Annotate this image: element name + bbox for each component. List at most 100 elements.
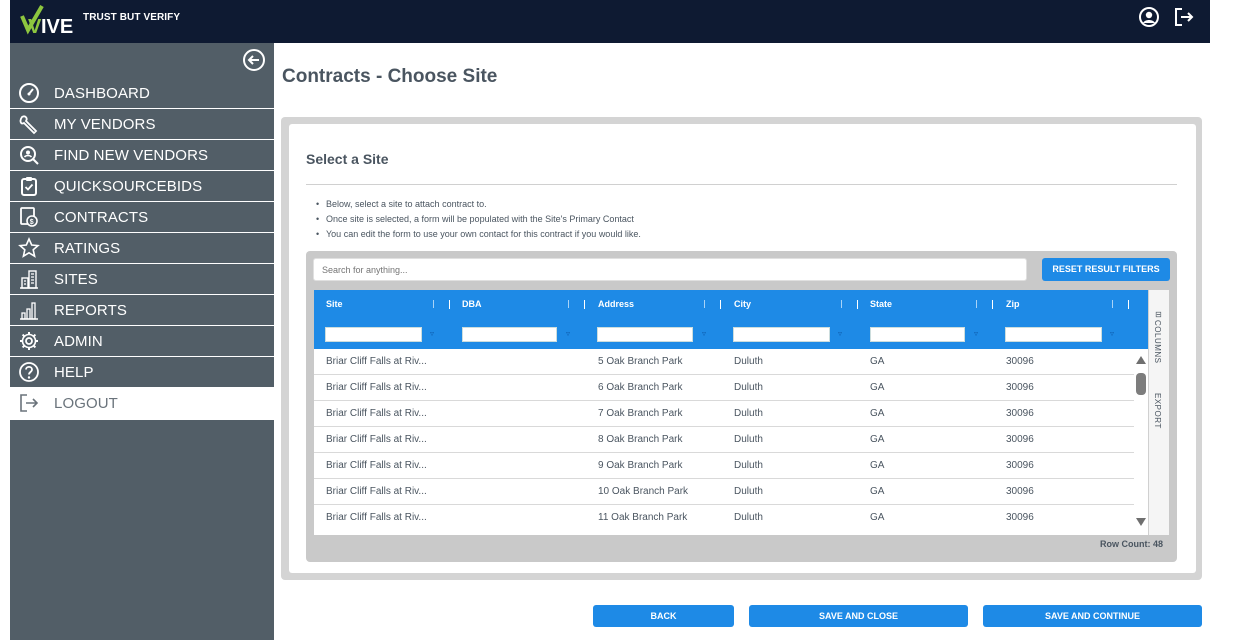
star-icon [18,237,40,258]
sites-grid: Site DBA Address City State Zip ▿ ▿ ▿ ▿ … [314,290,1169,535]
sidebar-item-label: MY VENDORS [54,116,156,133]
cell-address: 5 Oak Branch Park [598,356,683,367]
column-header-zip[interactable]: Zip [1006,299,1020,309]
cell-zip: 30096 [1006,382,1034,393]
column-resize-handle[interactable] [992,300,993,309]
table-row[interactable]: Briar Cliff Falls at Riv... 9 Oak Branch… [314,453,1134,479]
filter-icon[interactable]: ▿ [430,329,434,338]
sidebar-item-logout[interactable]: LOGOUT [10,388,274,420]
column-header-dba[interactable]: DBA [462,299,482,309]
address-filter-input[interactable] [597,327,693,342]
cell-state: GA [870,512,885,523]
grid-tool-panel: ⊟ COLUMNS EXPORT [1148,290,1169,535]
vertical-scrollbar[interactable] [1134,349,1148,535]
column-menu-icon[interactable] [704,300,705,308]
columns-tab[interactable]: COLUMNS [1153,320,1162,364]
scrollbar-thumb[interactable] [1136,373,1146,395]
sidebar-item-label: LOGOUT [54,395,118,412]
filter-icon[interactable]: ▿ [566,329,570,338]
sidebar-item-my-vendors[interactable]: MY VENDORS [10,109,274,140]
contract-dollar-icon: $ [20,207,38,227]
cell-city: Duluth [734,434,763,445]
sidebar-item-find-new-vendors[interactable]: FIND NEW VENDORS [10,140,274,171]
cell-state: GA [870,460,885,471]
column-menu-icon[interactable] [976,300,977,308]
instructions-list: Below, select a site to attach contract … [316,197,641,242]
column-header-address[interactable]: Address [598,299,634,309]
state-filter-input[interactable] [870,327,965,342]
divider [306,184,1177,185]
dba-filter-input[interactable] [462,327,557,342]
sidebar-item-ratings[interactable]: RATINGS [10,233,274,264]
account-icon[interactable] [1138,6,1160,28]
search-person-icon [20,146,39,165]
site-filter-input[interactable] [325,327,422,342]
search-input[interactable] [313,258,1027,281]
cell-zip: 30096 [1006,356,1034,367]
column-menu-icon[interactable] [841,300,842,308]
scroll-up-icon[interactable] [1135,355,1147,365]
table-row[interactable]: Briar Cliff Falls at Riv... 5 Oak Branch… [314,349,1134,375]
column-resize-handle[interactable] [857,300,858,309]
column-resize-handle[interactable] [584,300,585,309]
sidebar-item-reports[interactable]: REPORTS [10,295,274,326]
app: V IVE TRUST BUT VERIFY DASHBOARD MY VEND… [0,0,1249,640]
column-menu-icon[interactable] [1112,300,1113,308]
logout-icon[interactable] [1173,6,1195,28]
sidebar-item-label: QUICKSOURCEBIDS [54,178,203,195]
cell-address: 8 Oak Branch Park [598,434,683,445]
scroll-down-icon[interactable] [1135,517,1147,527]
zip-filter-input[interactable] [1005,327,1102,342]
sidebar-item-label: DASHBOARD [54,85,150,102]
column-resize-handle[interactable] [1128,300,1129,309]
sidebar-nav-list: DASHBOARD MY VENDORS FIND NEW VENDORS QU… [10,78,274,420]
column-header-city[interactable]: City [734,299,751,309]
column-header-site[interactable]: Site [326,299,343,309]
filter-icon[interactable]: ▿ [838,329,842,338]
columns-icon: ⊟ [1155,310,1162,319]
column-resize-handle[interactable] [720,300,721,309]
sidebar-item-dashboard[interactable]: DASHBOARD [10,78,274,109]
cell-city: Duluth [734,382,763,393]
table-row[interactable]: Briar Cliff Falls at Riv... 6 Oak Branch… [314,375,1134,401]
sidebar-item-contracts[interactable]: $ CONTRACTS [10,202,274,233]
instruction-item: You can edit the form to use your own co… [316,227,641,242]
filter-icon[interactable]: ▿ [974,329,978,338]
cell-state: GA [870,356,885,367]
back-button[interactable]: BACK [593,605,734,627]
column-resize-handle[interactable] [449,300,450,309]
column-menu-icon[interactable] [568,300,569,308]
filter-icon[interactable]: ▿ [1110,329,1114,338]
cell-state: GA [870,486,885,497]
sidebar-item-sites[interactable]: SITES [10,264,274,295]
sidebar-item-admin[interactable]: ADMIN [10,326,274,357]
table-row[interactable]: Briar Cliff Falls at Riv... 7 Oak Branch… [314,401,1134,427]
column-header-state[interactable]: State [870,299,892,309]
page-title: Contracts - Choose Site [282,66,498,87]
cell-zip: 30096 [1006,486,1034,497]
cell-site: Briar Cliff Falls at Riv... [326,512,427,523]
cell-state: GA [870,434,885,445]
sidebar-item-quicksourcebids[interactable]: QUICKSOURCEBIDS [10,171,274,202]
reset-filters-button[interactable]: RESET RESULT FILTERS [1042,258,1170,281]
collapse-sidebar-icon[interactable] [242,48,266,72]
export-tab[interactable]: EXPORT [1153,393,1162,429]
table-row[interactable]: Briar Cliff Falls at Riv... 8 Oak Branch… [314,427,1134,453]
sidebar-item-label: ADMIN [54,333,103,350]
sidebar-item-label: RATINGS [54,240,121,257]
filter-icon[interactable]: ▿ [702,329,706,338]
sidebar-item-help[interactable]: HELP [10,357,274,388]
city-filter-input[interactable] [733,327,830,342]
save-and-continue-button[interactable]: SAVE AND CONTINUE [983,605,1202,627]
cell-city: Duluth [734,486,763,497]
save-and-close-button[interactable]: SAVE AND CLOSE [749,605,968,627]
table-row[interactable]: Briar Cliff Falls at Riv... 11 Oak Branc… [314,505,1134,531]
bar-chart-icon [20,302,38,320]
sidebar-item-label: SITES [54,271,98,288]
cell-city: Duluth [734,512,763,523]
cell-address: 6 Oak Branch Park [598,382,683,393]
cell-address: 11 Oak Branch Park [598,512,688,523]
instruction-item: Below, select a site to attach contract … [316,197,641,212]
column-menu-icon[interactable] [433,300,434,308]
table-row[interactable]: Briar Cliff Falls at Riv... 10 Oak Branc… [314,479,1134,505]
